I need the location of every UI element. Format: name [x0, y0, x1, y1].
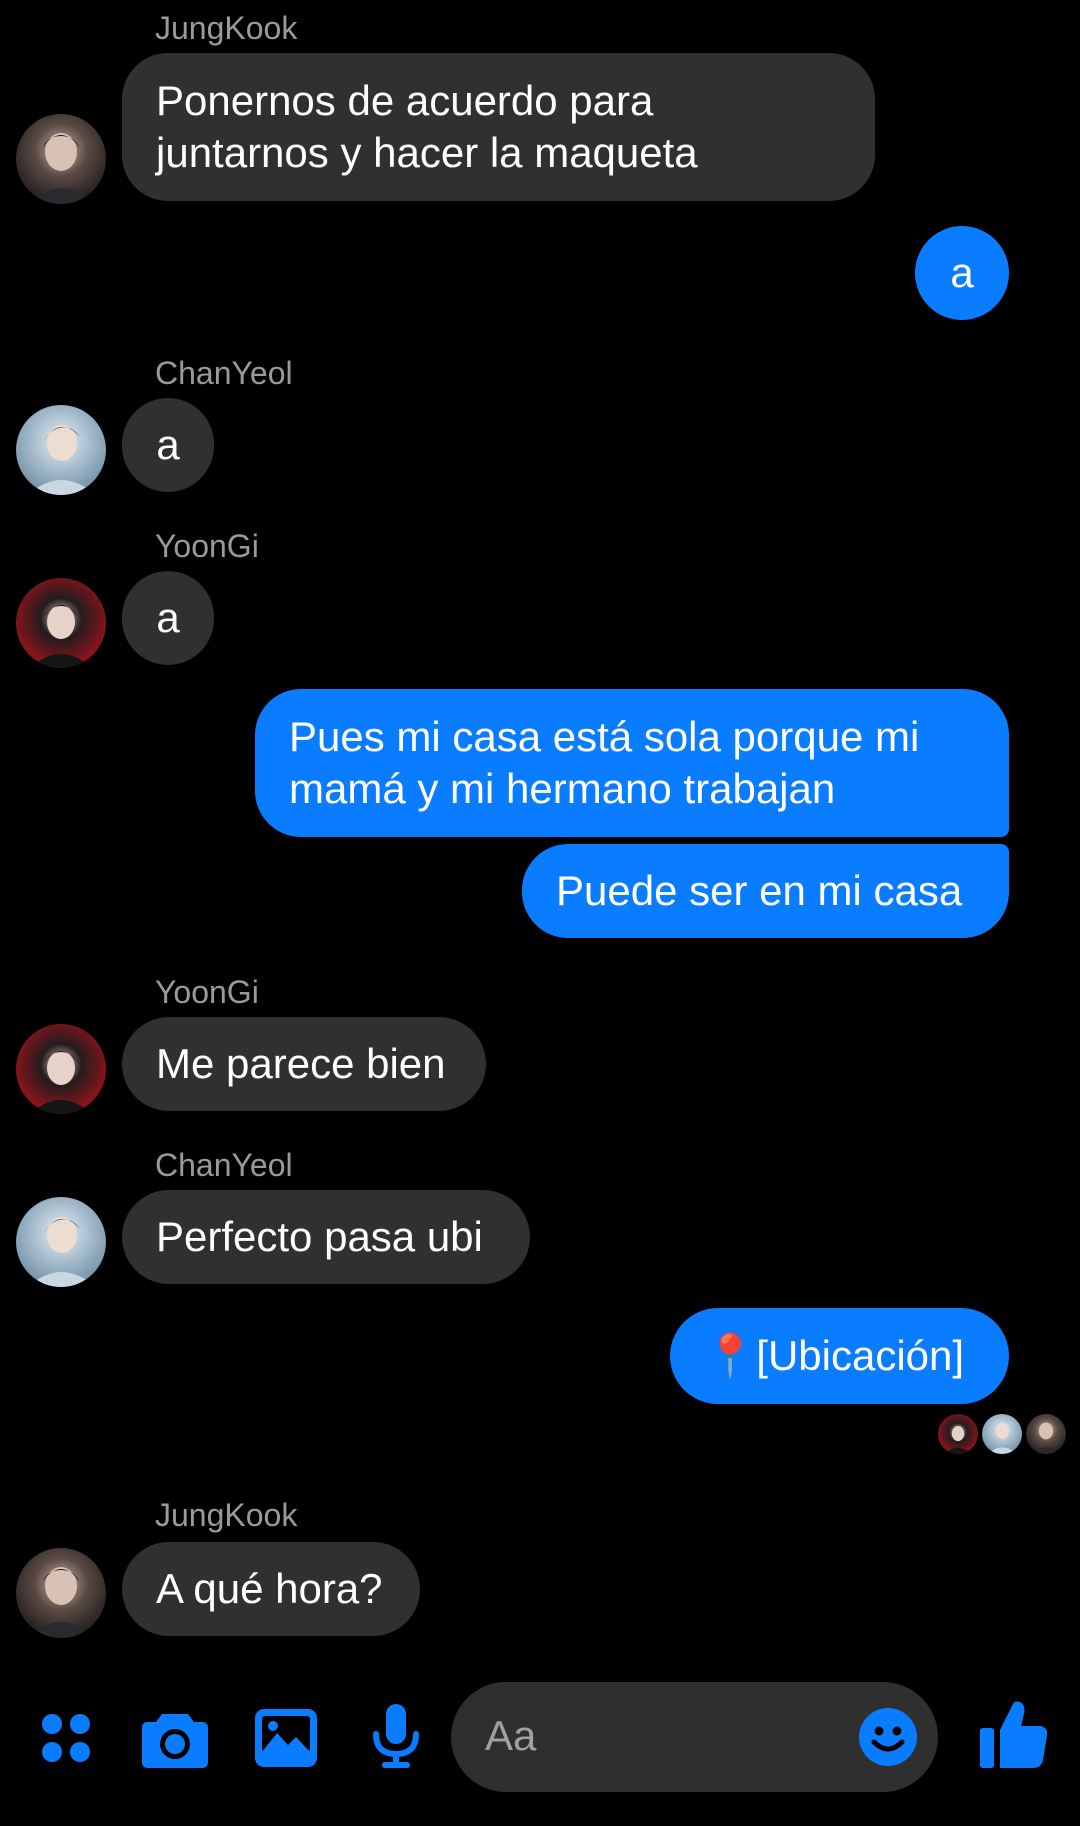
message-text: Me parece bien: [156, 1040, 446, 1087]
avatar-jungkook[interactable]: [16, 114, 106, 204]
message-text: a: [156, 594, 180, 641]
message-text-line: Ponernos de acuerdo para: [156, 77, 654, 124]
message-text-line: juntarnos y hacer la maqueta: [156, 129, 698, 176]
avatar-yoongi[interactable]: [16, 1024, 106, 1114]
read-receipt-chanyeol: [982, 1414, 1022, 1454]
message-bubble[interactable]: a: [122, 398, 214, 492]
message-input-placeholder: Aa: [485, 1712, 537, 1759]
messenger-chat-screen: JungKook Ponernos de acuerdo para juntar…: [0, 0, 1080, 1826]
message-text: Puede ser en mi casa: [556, 867, 963, 914]
avatar-chanyeol[interactable]: [16, 1197, 106, 1287]
message-bubble[interactable]: Ponernos de acuerdo para juntarnos y hac…: [122, 53, 875, 201]
sender-name: ChanYeol: [155, 1147, 293, 1183]
message-text-line: Pues mi casa está sola porque mi: [289, 713, 920, 760]
message-bubble[interactable]: a: [915, 226, 1009, 320]
sender-name: ChanYeol: [155, 355, 293, 391]
message-text: A qué hora?: [156, 1565, 383, 1612]
message-input[interactable]: Aa: [451, 1682, 938, 1792]
sender-name: JungKook: [155, 1497, 298, 1533]
message-text: Perfecto pasa ubi: [156, 1213, 483, 1260]
apps-icon[interactable]: [40, 1712, 92, 1764]
message-bubble[interactable]: Me parece bien: [122, 1017, 486, 1111]
gallery-icon[interactable]: [255, 1709, 317, 1767]
message-bubble[interactable]: Perfecto pasa ubi: [122, 1190, 530, 1284]
location-message-bubble[interactable]: 📍[Ubicación]: [670, 1308, 1009, 1404]
sender-name: YoonGi: [155, 974, 259, 1010]
avatar-chanyeol[interactable]: [16, 405, 106, 495]
message-text-line: mamá y mi hermano trabajan: [289, 765, 836, 812]
message-text: a: [950, 249, 974, 296]
message-bubble[interactable]: A qué hora?: [122, 1542, 420, 1636]
read-receipt-yoongi: [938, 1414, 978, 1454]
message-bubble[interactable]: Puede ser en mi casa: [522, 844, 1009, 938]
message-bubble[interactable]: Pues mi casa está sola porque mi mamá y …: [255, 689, 1009, 837]
message-text: a: [156, 421, 180, 468]
emoji-icon[interactable]: [859, 1708, 917, 1766]
microphone-icon[interactable]: [372, 1704, 420, 1770]
sender-name: JungKook: [155, 10, 298, 46]
read-receipt-jungkook: [1026, 1414, 1066, 1454]
avatar-yoongi[interactable]: [16, 578, 106, 668]
avatar-jungkook[interactable]: [16, 1548, 106, 1638]
message-text: 📍[Ubicación]: [704, 1332, 965, 1379]
sender-name: YoonGi: [155, 528, 259, 564]
camera-icon[interactable]: [142, 1710, 208, 1768]
like-icon[interactable]: [980, 1700, 1048, 1768]
message-bubble[interactable]: a: [122, 571, 214, 665]
